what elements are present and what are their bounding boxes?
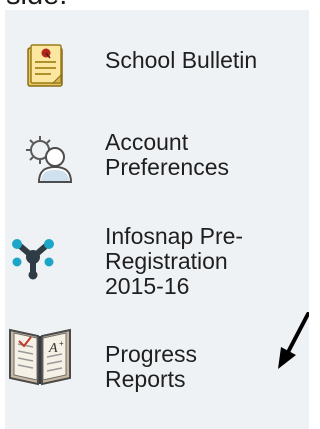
menu-item-label: Infosnap Pre- Registration 2015-16: [105, 223, 244, 299]
sidebar-menu: School Bulletin Account Preferences Info…: [5, 10, 309, 429]
menu-item-school-bulletin[interactable]: School Bulletin: [5, 32, 309, 92]
bulletin-icon: [27, 44, 63, 87]
svg-text:+: +: [59, 339, 64, 348]
cutoff-text: side.: [6, 0, 67, 10]
infosnap-icon: [12, 239, 54, 280]
menu-item-label: Progress Reports: [105, 341, 198, 392]
arrow-pointer-icon: [278, 312, 309, 369]
menu-item-infosnap[interactable]: Infosnap Pre- Registration 2015-16: [5, 218, 309, 300]
progress-reports-icon: A +: [9, 328, 71, 386]
menu-item-progress-reports[interactable]: A + Progress Reports: [5, 320, 309, 400]
menu-item-account-preferences[interactable]: Account Preferences: [5, 124, 309, 194]
menu-item-label: Account Preferences: [105, 129, 230, 180]
svg-text:A: A: [48, 341, 58, 356]
account-preferences-icon: [26, 136, 73, 183]
menu-item-label: School Bulletin: [105, 47, 258, 73]
screenshot-frame: side. School Bulletin: [0, 0, 309, 429]
